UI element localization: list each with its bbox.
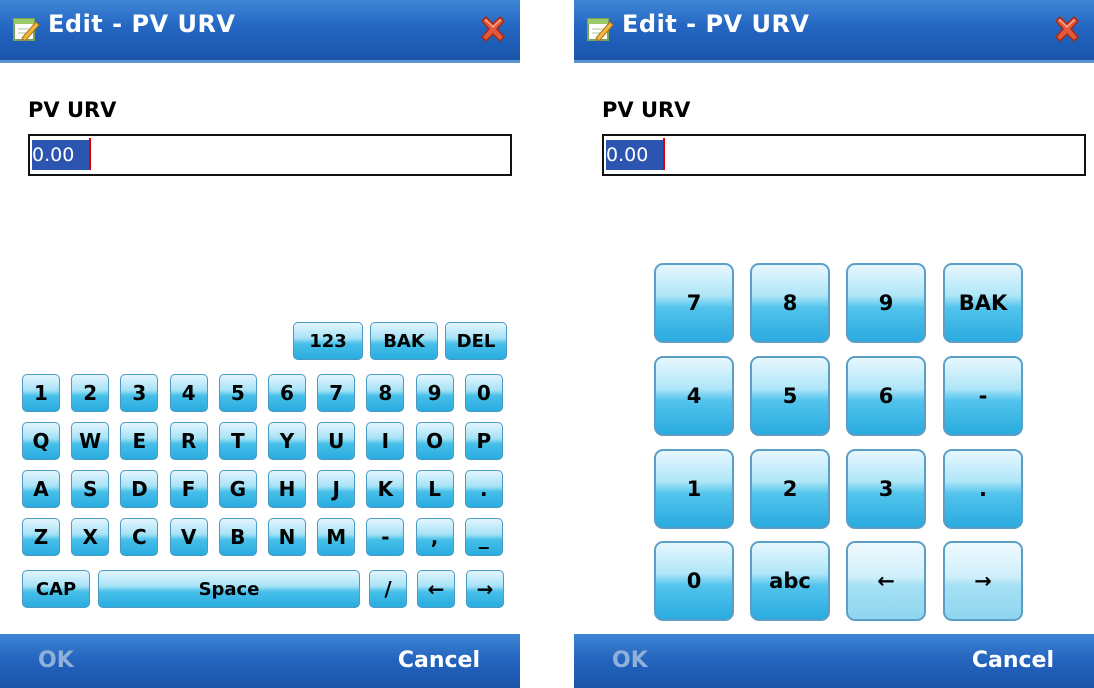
window-title: Edit - PV URV	[622, 10, 810, 38]
key-bak[interactable]: BAK	[370, 322, 438, 360]
key-r[interactable]: R	[169, 422, 208, 460]
key-123[interactable]: 123	[293, 322, 363, 360]
numpad-key-3[interactable]: 3	[846, 449, 926, 529]
ok-softkey[interactable]: OK	[38, 648, 74, 673]
field-label: PV URV	[602, 98, 691, 122]
numpad-key-period[interactable]: .	[943, 449, 1023, 529]
numpad-key-9[interactable]: 9	[846, 263, 926, 343]
cancel-softkey[interactable]: Cancel	[972, 648, 1054, 673]
close-x-icon[interactable]	[1050, 12, 1084, 46]
close-x-icon[interactable]	[476, 12, 510, 46]
key-underscore[interactable]: _	[464, 518, 503, 556]
key-w[interactable]: W	[71, 422, 110, 460]
key-left-arrow[interactable]: ←	[417, 570, 455, 608]
key-o[interactable]: O	[415, 422, 454, 460]
key-hyphen[interactable]: -	[366, 518, 405, 556]
key-cap[interactable]: CAP	[22, 570, 90, 608]
key-m[interactable]: M	[317, 518, 356, 556]
title-bar: Edit - PV URV	[574, 0, 1094, 63]
text-caret	[89, 138, 91, 170]
key-q[interactable]: Q	[22, 422, 60, 460]
key-x[interactable]: X	[71, 518, 110, 556]
numpad-key-bak[interactable]: BAK	[943, 263, 1023, 343]
key-l[interactable]: L	[415, 470, 454, 508]
key-a[interactable]: A	[22, 470, 60, 508]
key-g[interactable]: G	[218, 470, 257, 508]
key-k[interactable]: K	[366, 470, 405, 508]
key-period[interactable]: .	[464, 470, 503, 508]
key-4[interactable]: 4	[169, 374, 208, 412]
key-space[interactable]: Space	[98, 570, 360, 608]
value-input[interactable]	[28, 134, 512, 176]
numpad-key-left-arrow[interactable]: ←	[846, 541, 926, 621]
field-label: PV URV	[28, 98, 117, 122]
numpad-key-5[interactable]: 5	[750, 356, 830, 436]
key-y[interactable]: Y	[268, 422, 306, 460]
key-2[interactable]: 2	[71, 374, 110, 412]
numpad-key-hyphen[interactable]: -	[943, 356, 1023, 436]
edit-screen-numpad: Edit - PV URV PV URV 789BAK 456- 123. 0abc←…	[574, 0, 1094, 688]
key-9[interactable]: 9	[415, 374, 454, 412]
key-slash[interactable]: /	[369, 570, 407, 608]
key-b[interactable]: B	[218, 518, 257, 556]
key-v[interactable]: V	[169, 518, 208, 556]
numpad-key-1[interactable]: 1	[654, 449, 734, 529]
key-n[interactable]: N	[268, 518, 306, 556]
key-s[interactable]: S	[71, 470, 110, 508]
numpad-key-7[interactable]: 7	[654, 263, 734, 343]
key-1[interactable]: 1	[22, 374, 60, 412]
window-title: Edit - PV URV	[48, 10, 236, 38]
key-e[interactable]: E	[120, 422, 159, 460]
cancel-softkey[interactable]: Cancel	[398, 648, 480, 673]
key-c[interactable]: C	[120, 518, 159, 556]
numpad-key-2[interactable]: 2	[750, 449, 830, 529]
key-right-arrow[interactable]: →	[466, 570, 504, 608]
key-7[interactable]: 7	[317, 374, 356, 412]
numpad-key-0[interactable]: 0	[654, 541, 734, 621]
numpad-key-6[interactable]: 6	[846, 356, 926, 436]
key-j[interactable]: J	[317, 470, 356, 508]
key-3[interactable]: 3	[120, 374, 159, 412]
ok-softkey[interactable]: OK	[612, 648, 648, 673]
text-caret	[663, 138, 665, 170]
numpad-key-8[interactable]: 8	[750, 263, 830, 343]
key-0[interactable]: 0	[464, 374, 503, 412]
key-6[interactable]: 6	[268, 374, 306, 412]
edit-notepad-icon	[587, 18, 614, 42]
key-u[interactable]: U	[317, 422, 356, 460]
key-d[interactable]: D	[120, 470, 159, 508]
title-bar: Edit - PV URV	[0, 0, 520, 63]
key-8[interactable]: 8	[366, 374, 405, 412]
edit-notepad-icon	[13, 18, 40, 42]
key-comma[interactable]: ,	[415, 518, 454, 556]
key-h[interactable]: H	[268, 470, 306, 508]
key-z[interactable]: Z	[22, 518, 60, 556]
softkey-bar: OK Cancel	[0, 634, 520, 688]
numpad-key-abc[interactable]: abc	[750, 541, 830, 621]
key-5[interactable]: 5	[218, 374, 257, 412]
key-del[interactable]: DEL	[445, 322, 507, 360]
key-f[interactable]: F	[169, 470, 208, 508]
key-p[interactable]: P	[464, 422, 503, 460]
numpad-key-right-arrow[interactable]: →	[943, 541, 1023, 621]
edit-screen-keyboard: Edit - PV URV PV URV 123BAKDEL1234567890…	[0, 0, 520, 688]
key-t[interactable]: T	[218, 422, 257, 460]
softkey-bar: OK Cancel	[574, 634, 1094, 688]
numpad-key-4[interactable]: 4	[654, 356, 734, 436]
value-input[interactable]	[602, 134, 1086, 176]
key-i[interactable]: I	[366, 422, 405, 460]
